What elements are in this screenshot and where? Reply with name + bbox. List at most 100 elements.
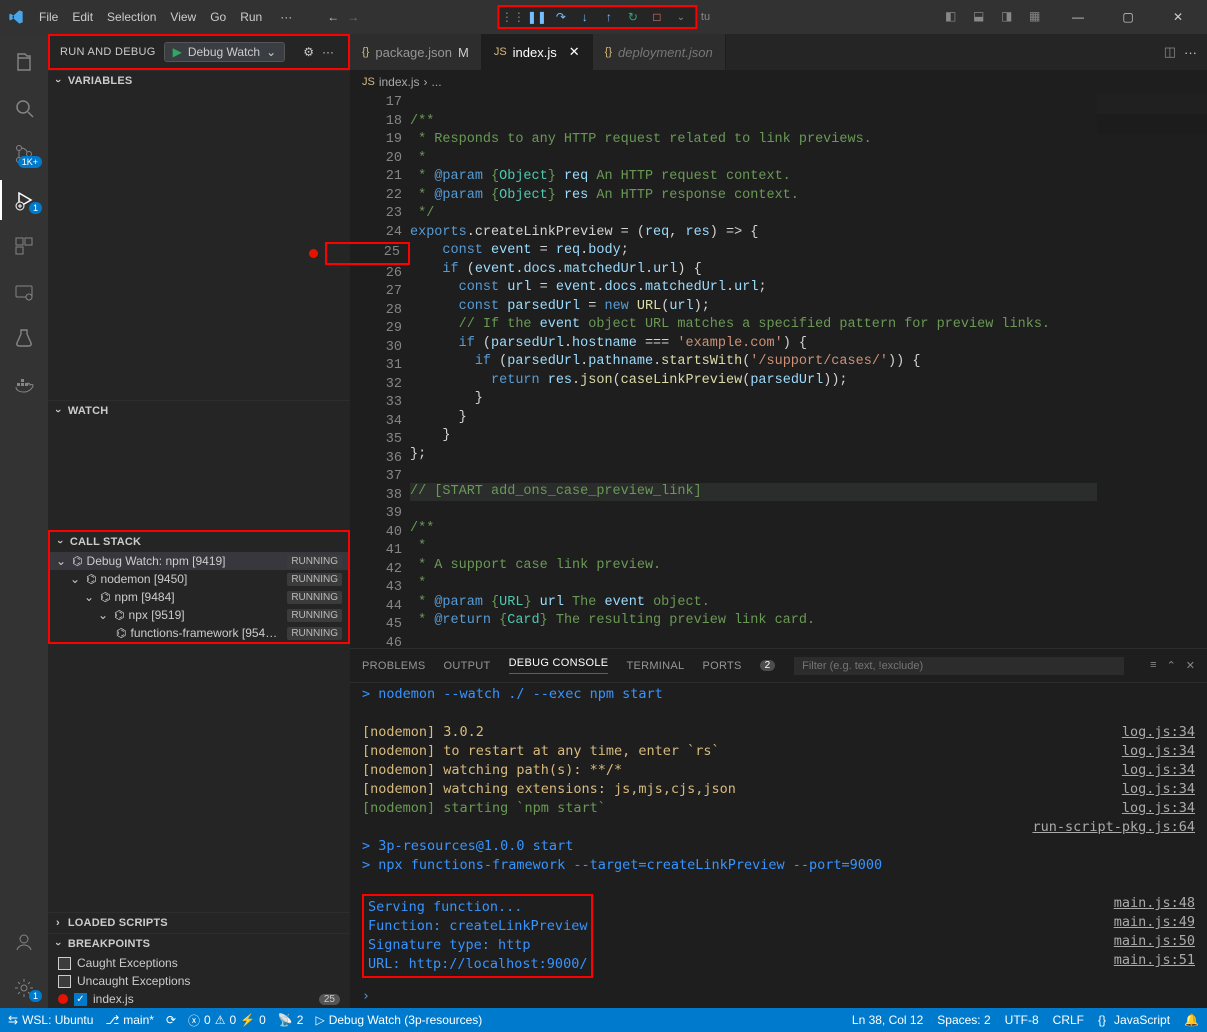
layout-bottom-icon[interactable]: ⬓ <box>973 9 993 25</box>
ab-accounts[interactable] <box>0 922 48 962</box>
stop-chevron-icon[interactable]: ⌄ <box>673 9 689 25</box>
search-stub[interactable]: tu <box>701 11 710 23</box>
ab-explorer[interactable] <box>0 42 48 82</box>
status-encoding[interactable]: UTF-8 <box>1005 1013 1039 1027</box>
window-minimize[interactable]: ― <box>1057 2 1099 32</box>
debug-config-name: Debug Watch <box>188 45 260 59</box>
status-sync[interactable]: ⟳ <box>166 1013 176 1027</box>
layout-customize-icon[interactable]: ▦ <box>1029 9 1049 25</box>
panel-maximize-icon[interactable]: ⌃ <box>1167 659 1176 672</box>
pause-icon[interactable]: ❚❚ <box>529 9 545 25</box>
status-problems[interactable]: ⓧ 0 ⚠ 0 ⚡ 0 <box>188 1012 266 1029</box>
editor-gutter[interactable]: 1718192021222324252627282930313233343536… <box>350 94 410 648</box>
ab-remote[interactable] <box>0 272 48 312</box>
section-variables-header[interactable]: VARIABLES <box>48 71 350 91</box>
ab-extensions[interactable] <box>0 226 48 266</box>
bp-caught[interactable]: Caught Exceptions <box>48 954 350 972</box>
section-breakpoints-header[interactable]: BREAKPOINTS <box>48 934 350 954</box>
source-link[interactable]: main.js:49 <box>1114 913 1195 932</box>
section-callstack-header[interactable]: CALL STACK <box>50 532 348 552</box>
gear-icon[interactable]: ⚙ <box>299 45 318 59</box>
ab-docker[interactable] <box>0 364 48 404</box>
editor-more-icon[interactable]: ··· <box>1184 45 1197 60</box>
status-remote[interactable]: ⇆WSL: Ubuntu <box>8 1013 93 1027</box>
panel-close-icon[interactable]: ✕ <box>1186 659 1195 672</box>
source-link[interactable]: log.js:34 <box>1122 761 1195 780</box>
ab-search[interactable] <box>0 88 48 128</box>
tab-index-js[interactable]: JSindex.js✕ <box>482 34 593 70</box>
panel-tab-terminal[interactable]: TERMINAL <box>626 660 684 672</box>
menu-selection[interactable]: Selection <box>100 6 163 28</box>
source-link[interactable]: main.js:51 <box>1114 951 1195 970</box>
ab-settings[interactable]: 1 <box>0 968 48 1008</box>
window-close[interactable]: ✕ <box>1157 2 1199 32</box>
window-maximize[interactable]: ▢ <box>1107 2 1149 32</box>
panel-settings-icon[interactable]: ≡ <box>1150 659 1156 672</box>
callstack-row[interactable]: ⌬functions-framework [954…RUNNING <box>50 624 348 642</box>
sidebar: RUN AND DEBUG ▶ Debug Watch ⌄ ⚙ ··· VARI… <box>48 34 350 1008</box>
editor-area: {}package.jsonMJSindex.js✕{}deployment.j… <box>350 34 1207 1008</box>
panel-tab-ports[interactable]: PORTS <box>702 660 741 672</box>
breadcrumbs[interactable]: JS index.js › ... <box>350 70 1207 94</box>
source-link[interactable]: run-script-pkg.js:64 <box>1032 818 1195 837</box>
step-out-icon[interactable]: ↑ <box>601 9 617 25</box>
menu-file[interactable]: File <box>32 6 65 28</box>
bp-file[interactable]: ✓index.js25 <box>48 990 350 1008</box>
more-icon[interactable]: ··· <box>318 45 338 59</box>
source-link[interactable]: log.js:34 <box>1122 780 1195 799</box>
menu-view[interactable]: View <box>163 6 203 28</box>
callstack-row[interactable]: ⌄⌬nodemon [9450]RUNNING <box>50 570 348 588</box>
minimap[interactable] <box>1097 94 1207 648</box>
remote-icon: ⇆ <box>8 1013 18 1027</box>
nav-fwd-icon[interactable]: → <box>345 9 361 25</box>
console-prompt[interactable]: › <box>350 989 1207 1008</box>
status-ports[interactable]: 📡 2 <box>278 1013 304 1027</box>
menu-go[interactable]: Go <box>203 6 233 28</box>
status-language[interactable]: {}JavaScript <box>1098 1013 1170 1027</box>
ab-run-debug[interactable]: 1 <box>0 180 48 220</box>
callstack-row[interactable]: ⌄⌬npx [9519]RUNNING <box>50 606 348 624</box>
panel-tab-output[interactable]: OUTPUT <box>444 660 491 672</box>
console-filter-input[interactable] <box>794 657 1124 675</box>
ab-scm[interactable]: 1K+ <box>0 134 48 174</box>
callstack-row[interactable]: ⌄⌬npm [9484]RUNNING <box>50 588 348 606</box>
source-link[interactable]: log.js:34 <box>1122 723 1195 742</box>
menu-edit[interactable]: Edit <box>65 6 100 28</box>
ab-testing[interactable] <box>0 318 48 358</box>
panel-tab-debug-console[interactable]: DEBUG CONSOLE <box>509 657 609 674</box>
tab-deployment-json[interactable]: {}deployment.json <box>593 34 726 70</box>
code-editor[interactable]: /** * Responds to any HTTP request relat… <box>410 94 1097 648</box>
callstack-row[interactable]: ⌄⌬Debug Watch: npm [9419]RUNNING <box>50 552 348 570</box>
step-into-icon[interactable]: ↓ <box>577 9 593 25</box>
menu-overflow[interactable]: ··· <box>273 6 299 28</box>
status-eol[interactable]: CRLF <box>1053 1013 1084 1027</box>
panel-tab-problems[interactable]: PROBLEMS <box>362 660 426 672</box>
source-link[interactable]: log.js:34 <box>1122 799 1195 818</box>
menu-run[interactable]: Run <box>233 6 269 28</box>
debug-config-picker[interactable]: ▶ Debug Watch ⌄ <box>164 42 286 62</box>
drag-handle-icon[interactable]: ⋮⋮ <box>505 9 521 25</box>
nav-back-icon[interactable]: ← <box>325 9 341 25</box>
section-watch-header[interactable]: WATCH <box>48 401 350 421</box>
layout-right-icon[interactable]: ◨ <box>1001 9 1021 25</box>
section-loaded-header[interactable]: LOADED SCRIPTS <box>48 913 350 933</box>
source-link[interactable]: main.js:48 <box>1114 894 1195 913</box>
debug-console[interactable]: > nodemon --watch ./ --exec npm start [n… <box>350 683 1207 989</box>
settings-badge: 1 <box>29 990 42 1002</box>
split-editor-icon[interactable]: ◫ <box>1164 44 1176 60</box>
status-notifications-icon[interactable]: 🔔 <box>1184 1013 1199 1027</box>
close-icon[interactable]: ✕ <box>569 44 580 60</box>
step-over-icon[interactable]: ↷ <box>553 9 569 25</box>
status-debug-indicator[interactable]: ▷Debug Watch (3p-resources) <box>315 1013 482 1027</box>
stop-icon[interactable]: □ <box>649 9 665 25</box>
status-spaces[interactable]: Spaces: 2 <box>937 1013 990 1027</box>
status-branch[interactable]: ⎇main* <box>105 1013 154 1027</box>
status-lncol[interactable]: Ln 38, Col 12 <box>852 1013 923 1027</box>
bp-uncaught[interactable]: Uncaught Exceptions <box>48 972 350 990</box>
restart-icon[interactable]: ↻ <box>625 9 641 25</box>
checkbox-checked-icon[interactable]: ✓ <box>74 993 87 1006</box>
source-link[interactable]: main.js:50 <box>1114 932 1195 951</box>
tab-package-json[interactable]: {}package.jsonM <box>350 34 482 70</box>
layout-left-icon[interactable]: ◧ <box>945 9 965 25</box>
source-link[interactable]: log.js:34 <box>1122 742 1195 761</box>
